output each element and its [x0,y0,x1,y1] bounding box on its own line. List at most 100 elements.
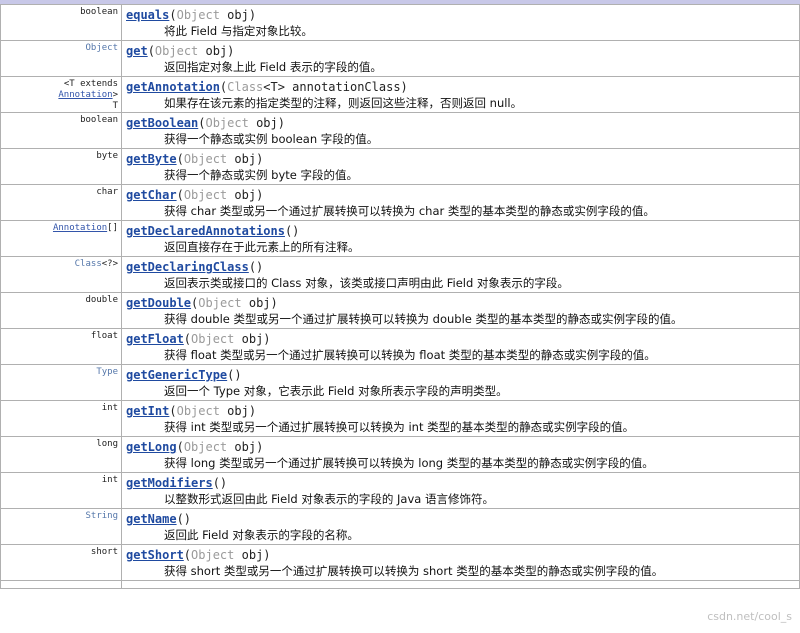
return-type: boolean [80,7,118,17]
method-signature: getAnnotation(Class<T> annotationClass) [126,80,408,94]
return-type-cell: char [0,184,122,221]
return-type-cell: String [0,508,122,545]
method-link[interactable]: getChar [126,188,177,202]
return-type: char [96,187,118,197]
table-row: Object get(Object obj) 返回指定对象上此 Field 表示… [0,40,800,77]
return-type-link[interactable]: Object [85,43,118,53]
param-type-link[interactable]: Class [227,80,263,94]
method-cell: get(Object obj) 返回指定对象上此 Field 表示的字段的值。 [121,40,800,77]
table-row: Class<?> getDeclaringClass() 返回表示类或接口的 C… [0,256,800,293]
param-type-link[interactable]: Object [177,8,220,22]
method-cell: getBoolean(Object obj) 获得一个静态或实例 boolean… [121,112,800,149]
param-type-link[interactable]: Object [184,152,227,166]
method-cell: getChar(Object obj) 获得 char 类型或另一个通过扩展转换… [121,184,800,221]
return-type-link[interactable]: Annotation [53,223,107,233]
method-cell: getFloat(Object obj) 获得 float 类型或另一个通过扩展… [121,328,800,365]
param-type-link[interactable]: Object [177,404,220,418]
return-type-link[interactable]: Type [96,367,118,377]
return-type: int [101,403,118,413]
method-cell: getShort(Object obj) 获得 short 类型或另一个通过扩展… [121,544,800,581]
method-link[interactable]: getByte [126,152,177,166]
table-row [0,580,800,589]
param-type-link[interactable]: Object [191,548,234,562]
table-row: short getShort(Object obj) 获得 short 类型或另… [0,544,800,581]
method-signature: getDouble(Object obj) [126,296,278,310]
method-description: 获得一个静态或实例 byte 字段的值。 [164,168,358,182]
method-cell [121,580,800,589]
method-link[interactable]: getLong [126,440,177,454]
method-link[interactable]: get [126,44,148,58]
return-type-link[interactable]: Class [75,259,102,269]
method-link[interactable]: getAnnotation [126,80,220,94]
return-type-cell: int [0,472,122,509]
method-description: 获得 int 类型或另一个通过扩展转换可以转换为 int 类型的基本类型的静态或… [164,420,635,434]
table-row: boolean equals(Object obj) 将此 Field 与指定对… [0,4,800,41]
method-signature: getGenericType() [126,368,242,382]
method-cell: getAnnotation(Class<T> annotationClass) … [121,76,800,113]
method-cell: getLong(Object obj) 获得 long 类型或另一个通过扩展转换… [121,436,800,473]
method-cell: getByte(Object obj) 获得一个静态或实例 byte 字段的值。 [121,148,800,185]
method-signature: getLong(Object obj) [126,440,264,454]
table-row: <T extends Annotation> T getAnnotation(Cl… [0,76,800,113]
param-type-link[interactable]: Object [184,188,227,202]
return-type: byte [96,151,118,161]
method-description: 返回此 Field 对象表示的字段的名称。 [164,528,359,542]
table-row: byte getByte(Object obj) 获得一个静态或实例 byte … [0,148,800,185]
method-cell: equals(Object obj) 将此 Field 与指定对象比较。 [121,4,800,41]
method-signature: getDeclaringClass() [126,260,264,274]
return-type-link[interactable]: String [85,511,118,521]
method-link[interactable]: getFloat [126,332,184,346]
method-link[interactable]: getGenericType [126,368,227,382]
method-cell: getName() 返回此 Field 对象表示的字段的名称。 [121,508,800,545]
method-link[interactable]: getDeclaringClass [126,260,249,274]
method-signature: getBoolean(Object obj) [126,116,285,130]
method-description: 获得 float 类型或另一个通过扩展转换可以转换为 float 类型的基本类型… [164,348,656,362]
return-type-cell: <T extends Annotation> T [0,76,122,113]
method-link[interactable]: getShort [126,548,184,562]
table-row: Annotation[] getDeclaredAnnotations() 返回… [0,220,800,257]
param-type-link[interactable]: Object [191,332,234,346]
table-row: float getFloat(Object obj) 获得 float 类型或另… [0,328,800,365]
table-row: String getName() 返回此 Field 对象表示的字段的名称。 [0,508,800,545]
method-description: 获得一个静态或实例 boolean 字段的值。 [164,132,379,146]
return-type-cell: Annotation[] [0,220,122,257]
method-cell: getDeclaringClass() 返回表示类或接口的 Class 对象，该… [121,256,800,293]
return-type-cell: Class<?> [0,256,122,293]
method-link[interactable]: getModifiers [126,476,213,490]
return-type: boolean [80,115,118,125]
param-type-link[interactable]: Object [155,44,198,58]
table-row: int getModifiers() 以整数形式返回由此 Field 对象表示的… [0,472,800,509]
method-cell: getInt(Object obj) 获得 int 类型或另一个通过扩展转换可以… [121,400,800,437]
method-description: 以整数形式返回由此 Field 对象表示的字段的 Java 语言修饰符。 [164,492,494,506]
method-signature: getChar(Object obj) [126,188,264,202]
return-type-link[interactable]: Annotation [58,90,112,100]
method-link[interactable]: getName [126,512,177,526]
method-link[interactable]: getDouble [126,296,191,310]
method-signature: get(Object obj) [126,44,235,58]
method-link[interactable]: getDeclaredAnnotations [126,224,285,238]
return-type: int [101,475,118,485]
return-type: float [90,331,118,341]
param-type-link[interactable]: Object [205,116,248,130]
param-type-link[interactable]: Object [184,440,227,454]
method-description: 获得 char 类型或另一个通过扩展转换可以转换为 char 类型的基本类型的静… [164,204,655,218]
method-link[interactable]: equals [126,8,169,22]
method-link[interactable]: getBoolean [126,116,198,130]
table-row: int getInt(Object obj) 获得 int 类型或另一个通过扩展… [0,400,800,437]
method-description: 返回表示类或接口的 Class 对象，该类或接口声明由此 Field 对象表示的… [164,276,569,290]
method-signature: getName() [126,512,192,526]
method-description: 获得 short 类型或另一个通过扩展转换可以转换为 short 类型的基本类型… [164,564,664,578]
param-type-link[interactable]: Object [198,296,241,310]
method-description: 获得 double 类型或另一个通过扩展转换可以转换为 double 类型的基本… [164,312,683,326]
method-signature: equals(Object obj) [126,8,257,22]
return-type-cell: byte [0,148,122,185]
return-type-cell: int [0,400,122,437]
method-description: 获得 long 类型或另一个通过扩展转换可以转换为 long 类型的基本类型的静… [164,456,654,470]
method-link[interactable]: getInt [126,404,169,418]
method-signature: getShort(Object obj) [126,548,271,562]
method-cell: getDeclaredAnnotations() 返回直接存在于此元素上的所有注… [121,220,800,257]
table-row: Type getGenericType() 返回一个 Type 对象，它表示此 … [0,364,800,401]
return-type-cell: float [0,328,122,365]
return-type: short [90,547,118,557]
method-description: 返回一个 Type 对象，它表示此 Field 对象所表示字段的声明类型。 [164,384,508,398]
